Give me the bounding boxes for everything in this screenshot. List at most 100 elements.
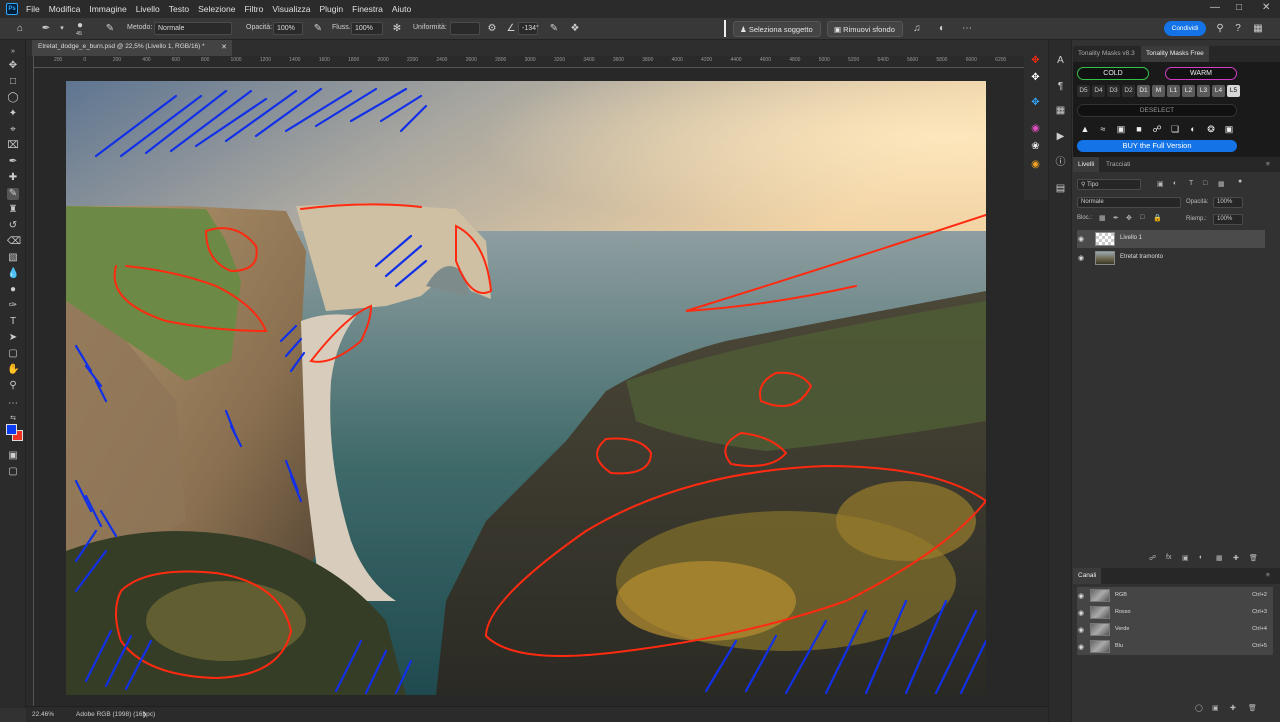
contrast-icon[interactable]: ◐ [936, 23, 948, 35]
menu-testo[interactable]: Testo [169, 4, 189, 14]
tab-tonality-free[interactable]: Tonality Masks Free [1141, 46, 1209, 62]
visibility-eye-icon[interactable]: ◉ [1078, 254, 1084, 262]
airbrush-icon[interactable]: ✻ [391, 23, 403, 35]
lock-position-icon[interactable]: ✥ [1126, 214, 1132, 222]
visibility-eye-icon[interactable]: ◉ [1078, 592, 1084, 600]
home-icon[interactable]: ⌂ [14, 23, 26, 35]
key-d4[interactable]: D4 [1092, 85, 1105, 97]
chevron-down-icon[interactable]: ▾ [56, 23, 68, 35]
screen-mode-icon[interactable]: ▢ [7, 466, 19, 478]
flusso-input[interactable]: 100% [351, 22, 383, 35]
metodo-select[interactable]: Normale [154, 22, 232, 35]
menu-immagine[interactable]: Immagine [89, 4, 126, 14]
minimize-icon[interactable]: — [1210, 2, 1220, 13]
search-icon[interactable]: ⚲ [1214, 23, 1226, 35]
menu-plugin[interactable]: Plugin [319, 4, 343, 14]
menu-aiuto[interactable]: Aiuto [392, 4, 411, 14]
channel-row[interactable]: ◉ Verde Ctrl+4 [1077, 621, 1273, 638]
zoom-level[interactable]: 22.46% [32, 711, 54, 718]
visibility-eye-icon[interactable]: ◉ [1078, 235, 1084, 243]
tab-canali[interactable]: Canali [1073, 568, 1102, 584]
curves-icon[interactable]: ≈ [1097, 123, 1109, 135]
invert-icon[interactable]: ◐ [1187, 123, 1199, 135]
tab-tracciati[interactable]: Tracciati [1101, 157, 1135, 173]
foreground-color-swatch[interactable] [6, 424, 17, 435]
document-tab[interactable]: Etretat_dodge_e_burn.psd @ 22,5% (Livell… [32, 40, 232, 56]
menu-filtro[interactable]: Filtro [244, 4, 263, 14]
frame-tool-icon[interactable]: ⌧ [7, 140, 19, 152]
select-subject-button[interactable]: ♟ Seleziona soggetto [733, 21, 821, 37]
quick-mask-icon[interactable]: ▣ [7, 450, 19, 462]
clone-stamp-tool-icon[interactable]: ♜ [7, 204, 19, 216]
menu-modifica[interactable]: Modifica [49, 4, 81, 14]
blend-mode-select[interactable]: Normale [1077, 197, 1181, 208]
warm-button[interactable]: WARM [1165, 67, 1237, 80]
quick-select-tool-icon[interactable]: ✦ [7, 108, 19, 120]
workspace-icon[interactable]: ▦ [1252, 23, 1264, 35]
close-tab-icon[interactable]: ✕ [221, 43, 227, 51]
pressure-size-icon[interactable]: ✎ [548, 23, 560, 35]
healing-brush-tool-icon[interactable]: ✚ [7, 172, 19, 184]
channels-menu-icon[interactable]: ≡ [1261, 568, 1275, 584]
key-l2[interactable]: L2 [1182, 85, 1195, 97]
link-layers-icon[interactable]: ☍ [1149, 554, 1156, 562]
menu-file[interactable]: File [26, 4, 40, 14]
delete-channel-icon[interactable]: 🗑 [1248, 704, 1257, 712]
gear-icon[interactable]: ⚙ [486, 23, 498, 35]
color-wheel-icon[interactable]: ◉ [1029, 122, 1042, 135]
hand-tool-icon[interactable]: ✋ [7, 364, 19, 376]
uniformita-input[interactable] [450, 22, 480, 35]
help-icon[interactable]: ? [1232, 23, 1244, 35]
lock-all-icon[interactable]: 🔒 [1153, 214, 1162, 222]
info-icon[interactable]: ⓘ [1054, 156, 1067, 169]
menu-finestra[interactable]: Finestra [352, 4, 383, 14]
cold-button[interactable]: COLD [1077, 67, 1149, 80]
brush-panel-icon[interactable]: ▦ [1054, 104, 1067, 117]
move-cross-blue-icon[interactable]: ✥ [1029, 96, 1042, 109]
lock-artboard-icon[interactable]: □ [1140, 214, 1144, 221]
brush-tool-active-icon[interactable]: ✎ [7, 188, 19, 200]
gradient-tool-icon[interactable]: ▧ [7, 252, 19, 264]
panel-menu-icon[interactable]: ≡ [1261, 157, 1275, 173]
brush-tool-icon[interactable]: ✒ [40, 23, 52, 35]
key-l5[interactable]: L5 [1227, 85, 1240, 97]
layer-row[interactable]: ◉ Livello 1 [1077, 230, 1265, 248]
properties-panel-icon[interactable]: ▤ [1054, 182, 1067, 195]
share-button[interactable]: Condividi [1164, 21, 1206, 36]
menu-visualizza[interactable]: Visualizza [272, 4, 310, 14]
crop-tool-icon[interactable]: ⌖ [7, 124, 19, 136]
lock-transparent-icon[interactable]: ▦ [1099, 214, 1106, 222]
key-d5[interactable]: D5 [1077, 85, 1090, 97]
tab-tonality-v8[interactable]: Tonality Masks v8.3 [1073, 46, 1140, 62]
close-window-icon[interactable]: ✕ [1262, 2, 1270, 13]
status-chevron-icon[interactable]: ❯ [142, 711, 147, 718]
filter-toggle-icon[interactable]: ● [1238, 178, 1242, 185]
new-channel-icon[interactable]: ✚ [1230, 704, 1236, 712]
histogram-icon[interactable]: ▲ [1079, 123, 1091, 135]
layer-opacity-input[interactable]: 100% [1213, 197, 1243, 208]
new-layer-icon[interactable]: ✚ [1233, 554, 1239, 562]
channel-row[interactable]: ◉ Blu Ctrl+5 [1077, 638, 1273, 655]
character-panel-icon[interactable]: A [1054, 54, 1067, 67]
rectangle-tool-icon[interactable]: ▢ [7, 348, 19, 360]
move-cross-white-icon[interactable]: ✥ [1029, 71, 1042, 84]
apply-icon[interactable]: ▣ [1223, 123, 1235, 135]
move-tool-icon[interactable]: ✥ [7, 60, 19, 72]
adjustment-layer-icon[interactable]: ◐ [1199, 554, 1203, 561]
link-icon[interactable]: ☍ [1151, 123, 1163, 135]
channel-row[interactable]: ◉ RGB Ctrl+2 [1077, 587, 1273, 604]
layer-style-icon[interactable]: fx [1166, 554, 1171, 561]
opacita-input[interactable]: 100% [273, 22, 303, 35]
document-canvas[interactable] [66, 81, 986, 695]
eraser-tool-icon[interactable]: ⌫ [7, 236, 21, 248]
visibility-eye-icon[interactable]: ◉ [1078, 626, 1084, 634]
buy-full-version-button[interactable]: BUY the Full Version [1077, 140, 1237, 152]
menu-selezione[interactable]: Selezione [198, 4, 235, 14]
actions-play-icon[interactable]: ▶ [1054, 130, 1067, 143]
symmetry-icon[interactable]: ❖ [569, 23, 581, 35]
delete-layer-icon[interactable]: 🗑 [1249, 554, 1258, 562]
mask-icon[interactable]: ■ [1133, 123, 1145, 135]
layer-fill-input[interactable]: 100% [1213, 214, 1243, 225]
blur-tool-icon[interactable]: 💧 [7, 268, 19, 280]
new-group-icon[interactable]: ▦ [1216, 554, 1223, 562]
